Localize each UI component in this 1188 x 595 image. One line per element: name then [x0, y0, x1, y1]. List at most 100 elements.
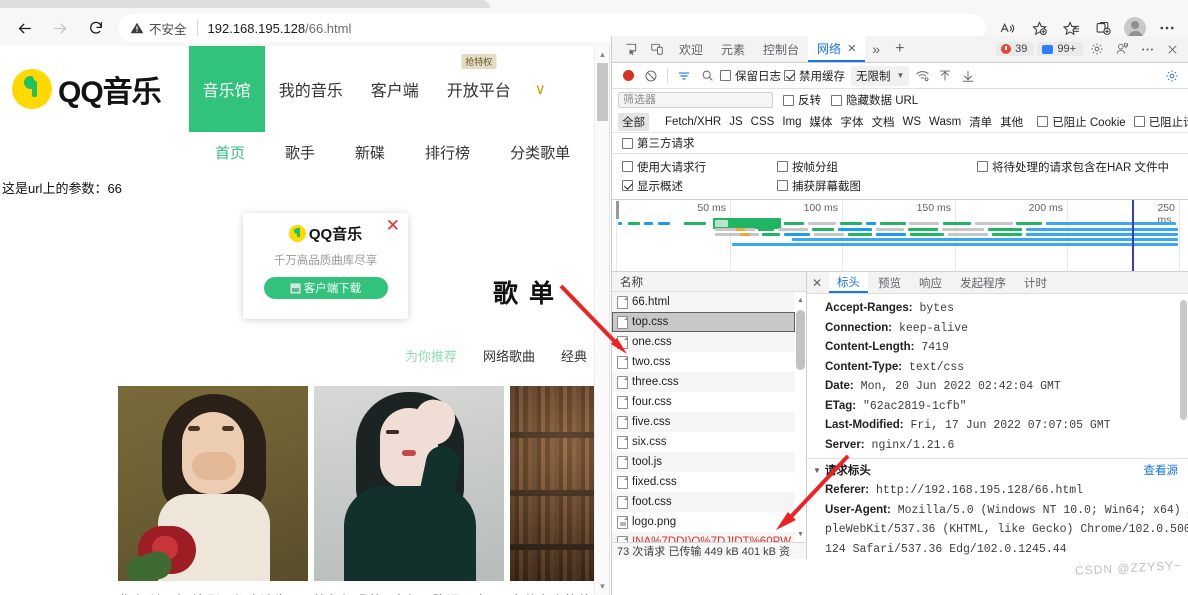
inspect-element-icon[interactable] [618, 37, 644, 61]
nav-item-music-hall[interactable]: 音乐馆 [188, 46, 265, 132]
requests-scrollbar-thumb[interactable] [796, 310, 805, 370]
page-scrollbar-thumb[interactable] [597, 63, 608, 121]
include-pending-har-checkbox[interactable]: 将待处理的请求包含在HAR 文件中 [977, 159, 1169, 175]
client-download-button[interactable]: 客户端下载 [263, 277, 388, 299]
requests-scroll-area[interactable]: 66.html top.css one.css two.css three.cs… [612, 292, 806, 542]
search-icon[interactable] [697, 66, 717, 86]
type-filter-wasm[interactable]: Wasm [929, 116, 961, 128]
capture-screenshots-checkbox[interactable]: 捕获屏幕截图 [777, 178, 977, 194]
table-row[interactable]: two.css [612, 352, 795, 372]
nav-item-open-platform[interactable]: 抢特权 开放平台 [433, 46, 525, 132]
table-row[interactable]: foot.css [612, 492, 795, 512]
playlist-card[interactable]: 忧郁烟嗓范 | 空气里弥漫心痛 播放量: 203.7万 [314, 386, 504, 595]
table-row[interactable]: six.css [612, 432, 795, 452]
subnav-item-new-albums[interactable]: 新碟 [355, 142, 385, 163]
table-row[interactable]: four.css [612, 392, 795, 412]
nav-overflow-caret-icon[interactable]: ∨ [525, 46, 546, 132]
type-filter-font[interactable]: 字体 [841, 114, 864, 130]
table-row[interactable]: one.css [612, 332, 795, 352]
settings-gear-icon[interactable] [1086, 38, 1108, 60]
reload-icon[interactable] [78, 13, 114, 43]
filter-input[interactable]: 筛选器 [618, 92, 773, 108]
back-arrow-icon[interactable] [6, 13, 42, 43]
nav-item-client[interactable]: 客户端 [357, 46, 433, 132]
tab-console[interactable]: 控制台 [754, 36, 808, 62]
blocked-cookies-checkbox[interactable]: 已阻止 Cookie [1037, 114, 1126, 130]
requests-scrollbar[interactable]: ▲ ▼ [795, 292, 806, 542]
table-row[interactable]: three.css [612, 372, 795, 392]
subnav-item-home[interactable]: 首页 [215, 142, 245, 163]
subnav-item-singers[interactable]: 歌手 [285, 142, 315, 163]
page-scrollbar[interactable]: ▲ ▼ [594, 46, 609, 595]
close-icon[interactable]: ✕ [386, 217, 400, 234]
type-filter-doc[interactable]: 文档 [872, 114, 895, 130]
detail-tab-preview[interactable]: 预览 [870, 272, 909, 293]
category-classic[interactable]: 经典 [561, 346, 587, 365]
export-har-icon[interactable] [958, 66, 978, 86]
detail-tab-timing[interactable]: 计时 [1016, 272, 1055, 293]
more-tabs-icon[interactable]: » [865, 41, 887, 57]
import-har-icon[interactable] [935, 66, 955, 86]
invert-checkbox[interactable]: 反转 [783, 92, 821, 108]
third-party-checkbox[interactable]: 第三方请求 [622, 135, 695, 151]
detail-tab-response[interactable]: 响应 [911, 272, 950, 293]
table-row[interactable]: top.css [612, 312, 795, 332]
group-by-frame-checkbox[interactable]: 按帧分组 [777, 159, 977, 175]
blocked-requests-checkbox[interactable]: 已阻止请求 [1133, 114, 1188, 130]
feedback-icon[interactable] [1111, 38, 1133, 60]
type-filter-media[interactable]: 媒体 [810, 114, 833, 130]
error-count-badge[interactable]: 39 [996, 42, 1035, 56]
clear-network-icon[interactable] [641, 66, 661, 86]
hide-data-urls-checkbox[interactable]: 隐藏数据 URL [831, 92, 918, 108]
devtools-more-icon[interactable] [1136, 38, 1158, 60]
type-filter-manifest[interactable]: 清单 [969, 114, 992, 130]
tab-network[interactable]: 网络 ✕ [808, 36, 866, 62]
type-filter-other[interactable]: 其他 [1000, 114, 1023, 130]
devtools-close-icon[interactable] [1161, 38, 1183, 60]
type-filter-ws[interactable]: WS [903, 116, 922, 128]
overview-time-cursor[interactable] [1132, 200, 1134, 271]
issues-count-badge[interactable]: 99+ [1037, 42, 1083, 56]
preserve-log-checkbox[interactable]: 保留日志 [720, 68, 781, 84]
detail-tab-initiator[interactable]: 发起程序 [952, 272, 1014, 293]
network-overview-timeline[interactable]: 50 ms 100 ms 150 ms 200 ms 250 ms [612, 200, 1188, 272]
big-request-rows-checkbox[interactable]: 使用大请求行 [622, 159, 777, 175]
scroll-down-icon[interactable]: ▼ [595, 579, 609, 594]
tab-elements[interactable]: 元素 [712, 36, 754, 62]
table-row[interactable]: tool.js [612, 452, 795, 472]
network-conditions-icon[interactable] [912, 66, 932, 86]
table-row[interactable]: 66.html [612, 292, 795, 312]
throttling-select[interactable]: 无限制 ▼ [851, 65, 910, 86]
filter-icon[interactable] [674, 66, 694, 86]
detail-tab-headers[interactable]: 标头 [829, 272, 868, 293]
type-filter-img[interactable]: Img [782, 116, 801, 128]
network-settings-icon[interactable] [1162, 66, 1182, 86]
table-row[interactable]: logo.png [612, 512, 795, 532]
show-overview-checkbox[interactable]: 显示概述 [622, 178, 777, 194]
detail-scrollbar-thumb[interactable] [1180, 300, 1187, 420]
type-filter-js[interactable]: JS [729, 116, 742, 128]
tab-welcome[interactable]: 欢迎 [670, 36, 712, 62]
table-row[interactable]: INA%7DDI)O%7DJIDT%60PW. [612, 532, 795, 542]
close-detail-icon[interactable]: ✕ [807, 276, 827, 290]
disable-cache-checkbox[interactable]: 禁用缓存 [784, 68, 845, 84]
scroll-down-icon[interactable]: ▼ [795, 528, 806, 540]
requests-column-header[interactable]: 名称 [612, 272, 806, 292]
table-row[interactable]: five.css [612, 412, 795, 432]
record-stop-icon[interactable] [618, 66, 638, 86]
scroll-up-icon[interactable]: ▲ [795, 294, 806, 306]
type-filter-all[interactable]: 全部 [618, 112, 649, 131]
table-row[interactable]: fixed.css [612, 472, 795, 492]
qq-music-logo[interactable]: QQ音乐 [12, 46, 162, 132]
category-network-songs[interactable]: 网络歌曲 [483, 346, 535, 365]
request-headers-section[interactable]: ▼ 请求标头 查看源 [807, 458, 1188, 481]
headers-pane[interactable]: Accept-Ranges: bytes Connection: keep-al… [807, 294, 1188, 559]
nav-item-my-music[interactable]: 我的音乐 [265, 46, 357, 132]
device-toolbar-icon[interactable] [644, 37, 670, 61]
new-tab-button[interactable]: + [887, 40, 912, 58]
close-icon[interactable]: ✕ [847, 42, 856, 55]
view-source-link[interactable]: 查看源 [1144, 462, 1179, 478]
playlist-card[interactable]: 华宇|关了灯,连影子都会消失 播放量: + 133+万 [118, 386, 308, 595]
scroll-up-icon[interactable]: ▲ [595, 47, 609, 62]
type-filter-css[interactable]: CSS [751, 116, 775, 128]
